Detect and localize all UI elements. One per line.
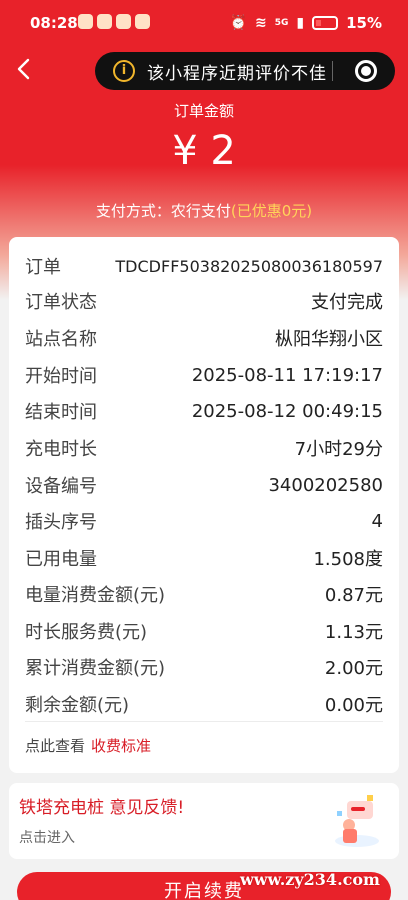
detail-row-total-cost: 累计消费金额(元) 2.00元 <box>25 652 383 682</box>
amount-value: ¥ 2 <box>172 128 236 174</box>
rating-notice[interactable]: i 该小程序近期评价不佳 <box>95 52 395 90</box>
detail-label: 时长服务费(元) <box>25 622 148 643</box>
back-icon[interactable] <box>12 56 38 82</box>
fee-standard-link-text[interactable]: 收费标准 <box>91 737 151 755</box>
detail-value: 2025-08-12 00:49:15 <box>191 400 383 422</box>
detail-value: 0.00元 <box>324 695 383 716</box>
notice-text: 该小程序近期评价不佳 <box>147 63 327 84</box>
detail-row-energy-cost: 电量消费金额(元) 0.87元 <box>25 579 383 609</box>
alarm-icon: ⏰ <box>229 15 247 31</box>
detail-row-end-time: 结束时间 2025-08-12 00:49:15 <box>25 396 383 426</box>
close-miniprogram-icon[interactable] <box>355 60 377 82</box>
detail-label: 设备编号 <box>25 476 97 497</box>
fee-link-prefix: 点此查看 <box>25 737 86 755</box>
detail-label: 站点名称 <box>25 329 97 350</box>
detail-value: 1.508度 <box>313 549 383 570</box>
status-right: ⏰ ≋ 5G ▮ 15% <box>230 14 382 32</box>
signal-icon: ▮ <box>296 15 305 31</box>
detail-label: 电量消费金额(元) <box>25 585 166 606</box>
detail-label: 已用电量 <box>25 549 97 570</box>
app-notification-icon <box>135 14 150 29</box>
detail-row-order-status: 订单状态 支付完成 <box>25 286 383 316</box>
detail-label: 充电时长 <box>25 439 97 460</box>
detail-value: 4 <box>371 510 383 532</box>
battery-icon <box>312 16 339 30</box>
order-details-card: 订单 TDCDFF50382025080036180597 订单状态 支付完成 … <box>9 237 399 773</box>
detail-label: 订单 <box>25 257 61 278</box>
detail-row-device-id: 设备编号 3400202580 <box>25 470 383 500</box>
detail-row-start-time: 开始时间 2025-08-11 17:19:17 <box>25 360 383 390</box>
detail-label: 剩余金额(元) <box>25 695 130 716</box>
feedback-title: 铁塔充电桩 意见反馈! <box>19 798 185 818</box>
feedback-illustration-icon <box>335 795 379 847</box>
detail-value: 支付完成 <box>311 292 383 313</box>
battery-percent: 15% <box>346 14 382 32</box>
payment-method-text: 支付方式：农行支付 <box>95 202 231 220</box>
detail-row-order-id: 订单 TDCDFF50382025080036180597 <box>25 251 383 281</box>
detail-row-service-fee: 时长服务费(元) 1.13元 <box>25 616 383 646</box>
detail-row-plug-number: 插头序号 4 <box>25 506 383 536</box>
info-icon: i <box>113 60 135 82</box>
app-notification-icon <box>116 14 131 29</box>
detail-row-station: 站点名称 枞阳华翔小区 <box>25 323 383 353</box>
detail-row-duration: 充电时长 7小时29分 <box>25 433 383 463</box>
app-notification-icon <box>97 14 112 29</box>
detail-label: 结束时间 <box>25 402 97 423</box>
detail-value: 3400202580 <box>268 474 383 496</box>
status-bar: 08:28 ⏰ ≋ 5G ▮ 15% <box>0 0 408 46</box>
notice-divider <box>332 61 333 81</box>
detail-label: 插头序号 <box>25 512 97 533</box>
payment-method: 支付方式：农行支付(已优惠0元) <box>0 200 408 221</box>
detail-value: 0.87元 <box>324 585 383 606</box>
detail-label: 开始时间 <box>25 366 97 387</box>
feedback-subtitle: 点击进入 <box>19 830 75 846</box>
detail-value: TDCDFF50382025080036180597 <box>115 256 383 276</box>
notification-icons <box>78 14 150 29</box>
app-notification-icon <box>78 14 93 29</box>
detail-label: 累计消费金额(元) <box>25 658 166 679</box>
network-type: 5G <box>274 18 289 28</box>
detail-row-remaining: 剩余金额(元) 0.00元 <box>25 689 383 719</box>
detail-value: 7小时29分 <box>294 439 383 460</box>
fee-standard-link[interactable]: 点此查看 收费标准 <box>25 735 151 756</box>
card-divider <box>25 721 383 722</box>
feedback-banner[interactable]: 铁塔充电桩 意见反馈! 点击进入 <box>9 783 399 859</box>
detail-label: 订单状态 <box>25 292 97 313</box>
detail-row-energy-used: 已用电量 1.508度 <box>25 543 383 573</box>
payment-discount: (已优惠0元) <box>230 202 313 220</box>
detail-value: 1.13元 <box>324 622 383 643</box>
detail-value: 2025-08-11 17:19:17 <box>191 364 383 386</box>
watermark: www.zy234.com <box>240 870 380 889</box>
detail-value: 2.00元 <box>324 658 383 679</box>
wifi-icon: ≋ <box>254 15 267 31</box>
amount-label: 订单金额 <box>173 102 234 120</box>
detail-value: 枞阳华翔小区 <box>275 329 383 350</box>
status-time: 08:28 <box>30 14 78 32</box>
